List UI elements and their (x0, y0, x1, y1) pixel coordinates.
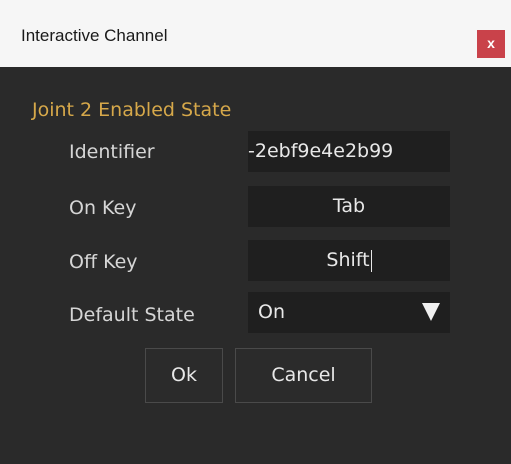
text-cursor (370, 249, 372, 272)
triangle-down-icon (422, 303, 440, 321)
identifier-field[interactable]: -2ebf9e4e2b99 (248, 131, 450, 172)
dialog-content: Joint 2 Enabled State Identifier -2ebf9e… (0, 67, 511, 464)
default-state-value: On (258, 301, 285, 323)
default-state-select[interactable]: On (248, 292, 450, 333)
close-button[interactable]: x (477, 30, 505, 58)
off-key-label: Off Key (69, 251, 138, 273)
identifier-value: -2ebf9e4e2b99 (248, 140, 394, 162)
section-heading: Joint 2 Enabled State (32, 99, 232, 121)
close-icon: x (487, 35, 495, 51)
off-key-field[interactable]: Shift (248, 240, 450, 281)
off-key-value: Shift (326, 249, 370, 271)
ok-button[interactable]: Ok (145, 348, 223, 403)
on-key-label: On Key (69, 197, 137, 219)
title-bar: Interactive Channel x (0, 0, 511, 67)
on-key-value: Tab (332, 195, 366, 217)
default-state-label: Default State (69, 304, 195, 326)
identifier-label: Identifier (69, 141, 155, 163)
cancel-button[interactable]: Cancel (235, 348, 372, 403)
interactive-channel-dialog: Interactive Channel x Joint 2 Enabled St… (0, 0, 511, 464)
on-key-field[interactable]: Tab (248, 186, 450, 227)
window-title: Interactive Channel (21, 26, 168, 45)
